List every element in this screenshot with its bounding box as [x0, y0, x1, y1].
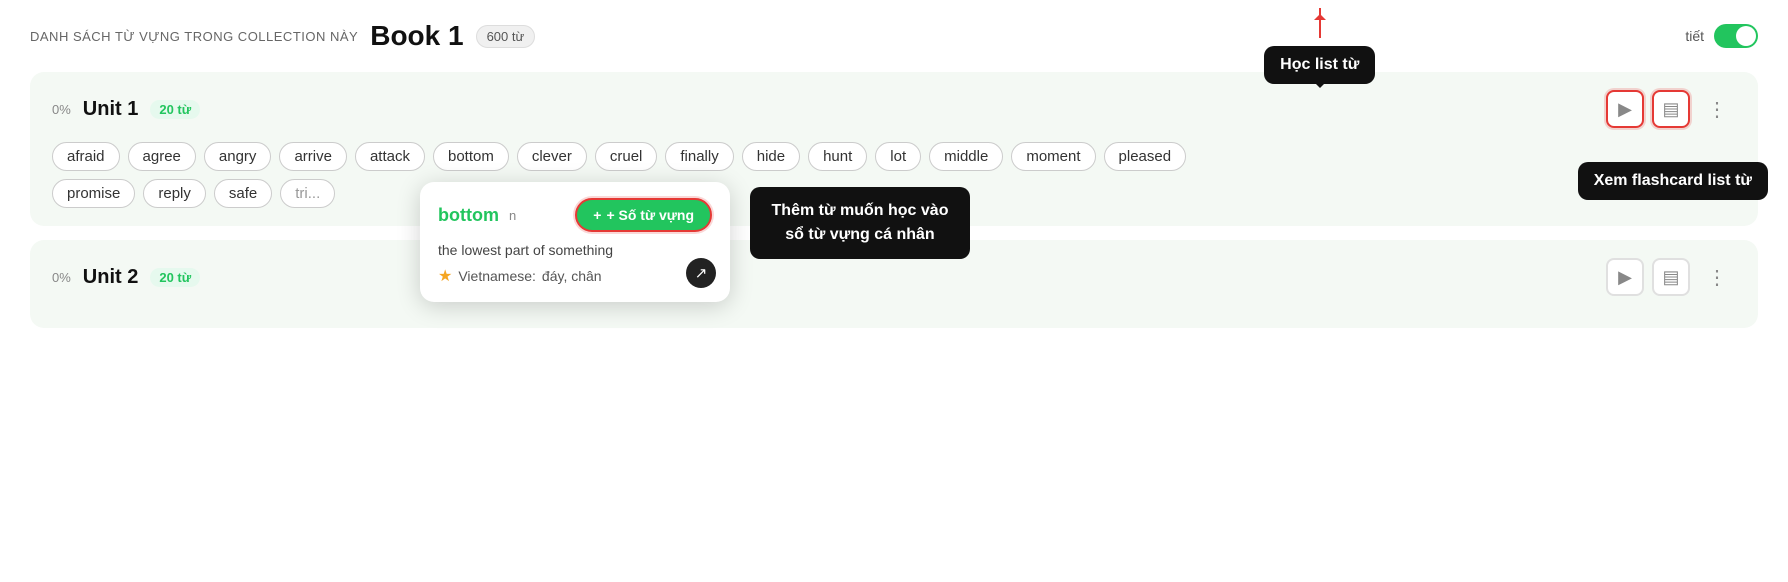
vietnamese-value: đáy, chân: [542, 268, 602, 284]
play-icon-2: ▶: [1618, 267, 1632, 288]
word-tag-attack[interactable]: attack: [355, 142, 425, 171]
word-tag-hide[interactable]: hide: [742, 142, 800, 171]
tooltip-add-button[interactable]: + + Số từ vựng: [575, 198, 712, 232]
word-tag-tri[interactable]: tri...: [280, 179, 335, 208]
word-tag-lot[interactable]: lot: [875, 142, 921, 171]
unit2-title: Unit 2: [83, 266, 139, 289]
unit2-progress: 0%: [52, 270, 71, 285]
arrow-icon: ↗: [695, 264, 708, 282]
share-icon-2: ⋮: [1707, 265, 1727, 290]
unit1-progress: 0%: [52, 102, 71, 117]
unit1-title: Unit 1: [83, 98, 139, 121]
unit2-share-button[interactable]: ⋮: [1698, 258, 1736, 296]
detail-label: tiết: [1685, 28, 1704, 44]
word-tag-clever[interactable]: clever: [517, 142, 587, 171]
word-tooltip-popup: bottom n + + Số từ vựng the lowest part …: [420, 182, 730, 302]
unit2-flashcard-button[interactable]: ▤: [1652, 258, 1690, 296]
tooltip-nav-button[interactable]: ↗: [686, 258, 716, 288]
unit1-word-count: 20 từ: [150, 100, 200, 119]
unit2-play-button[interactable]: ▶: [1606, 258, 1644, 296]
word-tag-middle[interactable]: middle: [929, 142, 1003, 171]
unit1-word-tags-row2: promise reply safe tri... bottom n + + S…: [52, 179, 1736, 208]
book-title: Book 1: [370, 20, 463, 52]
word-tag-arrive[interactable]: arrive: [279, 142, 347, 171]
tooltip-vietnamese: ★ Vietnamese: đáy, chân: [438, 266, 712, 286]
word-tag-bottom[interactable]: bottom: [433, 142, 509, 171]
unit2-word-count: 20 từ: [150, 268, 200, 287]
word-tag-safe[interactable]: safe: [214, 179, 272, 208]
word-tag-reply[interactable]: reply: [143, 179, 206, 208]
share-icon: ⋮: [1707, 97, 1727, 122]
word-tag-moment[interactable]: moment: [1011, 142, 1095, 171]
word-tag-pleased[interactable]: pleased: [1104, 142, 1187, 171]
star-icon: ★: [438, 266, 452, 286]
unit1-word-tags: afraid agree angry arrive attack bottom …: [52, 142, 1736, 171]
word-tag-finally[interactable]: finally: [665, 142, 733, 171]
flashcard-icon: ▤: [1662, 99, 1679, 120]
plus-icon: +: [593, 207, 601, 223]
unit1-flashcard-button[interactable]: ▤: [1652, 90, 1690, 128]
annotation-xem-flashcard: Xem flashcard list từ: [1578, 162, 1768, 200]
word-tag-agree[interactable]: agree: [128, 142, 196, 171]
word-tag-cruel[interactable]: cruel: [595, 142, 658, 171]
tooltip-pos: n: [509, 208, 516, 223]
annotation-them-tu: Thêm từ muốn học vào sổ từ vựng cá nhân: [750, 187, 970, 259]
flashcard-icon-2: ▤: [1662, 267, 1679, 288]
word-tag-hunt[interactable]: hunt: [808, 142, 867, 171]
tooltip-definition: the lowest part of something: [438, 242, 712, 258]
vietnamese-label: Vietnamese:: [458, 268, 536, 284]
unit1-share-button[interactable]: ⋮: [1698, 90, 1736, 128]
detail-toggle[interactable]: [1714, 24, 1758, 48]
word-tag-promise[interactable]: promise: [52, 179, 135, 208]
collection-label: DANH SÁCH TỪ VỰNG TRONG COLLECTION NÀY: [30, 29, 358, 44]
tooltip-word: bottom: [438, 205, 499, 226]
annotation-hoc-list: Học list từ: [1264, 46, 1375, 84]
unit1-actions: ▶ ▤ ⋮: [1606, 90, 1736, 128]
unit1-card: 0% Unit 1 20 từ ▶ ▤ ⋮ Xem flashcard list…: [30, 72, 1758, 226]
word-tag-afraid[interactable]: afraid: [52, 142, 120, 171]
unit1-play-button[interactable]: ▶: [1606, 90, 1644, 128]
word-tag-angry[interactable]: angry: [204, 142, 272, 171]
total-word-count-badge: 600 từ: [476, 25, 536, 48]
play-icon: ▶: [1618, 99, 1632, 120]
unit2-actions: ▶ ▤ ⋮: [1606, 258, 1736, 296]
add-btn-label: + Số từ vựng: [606, 207, 694, 223]
